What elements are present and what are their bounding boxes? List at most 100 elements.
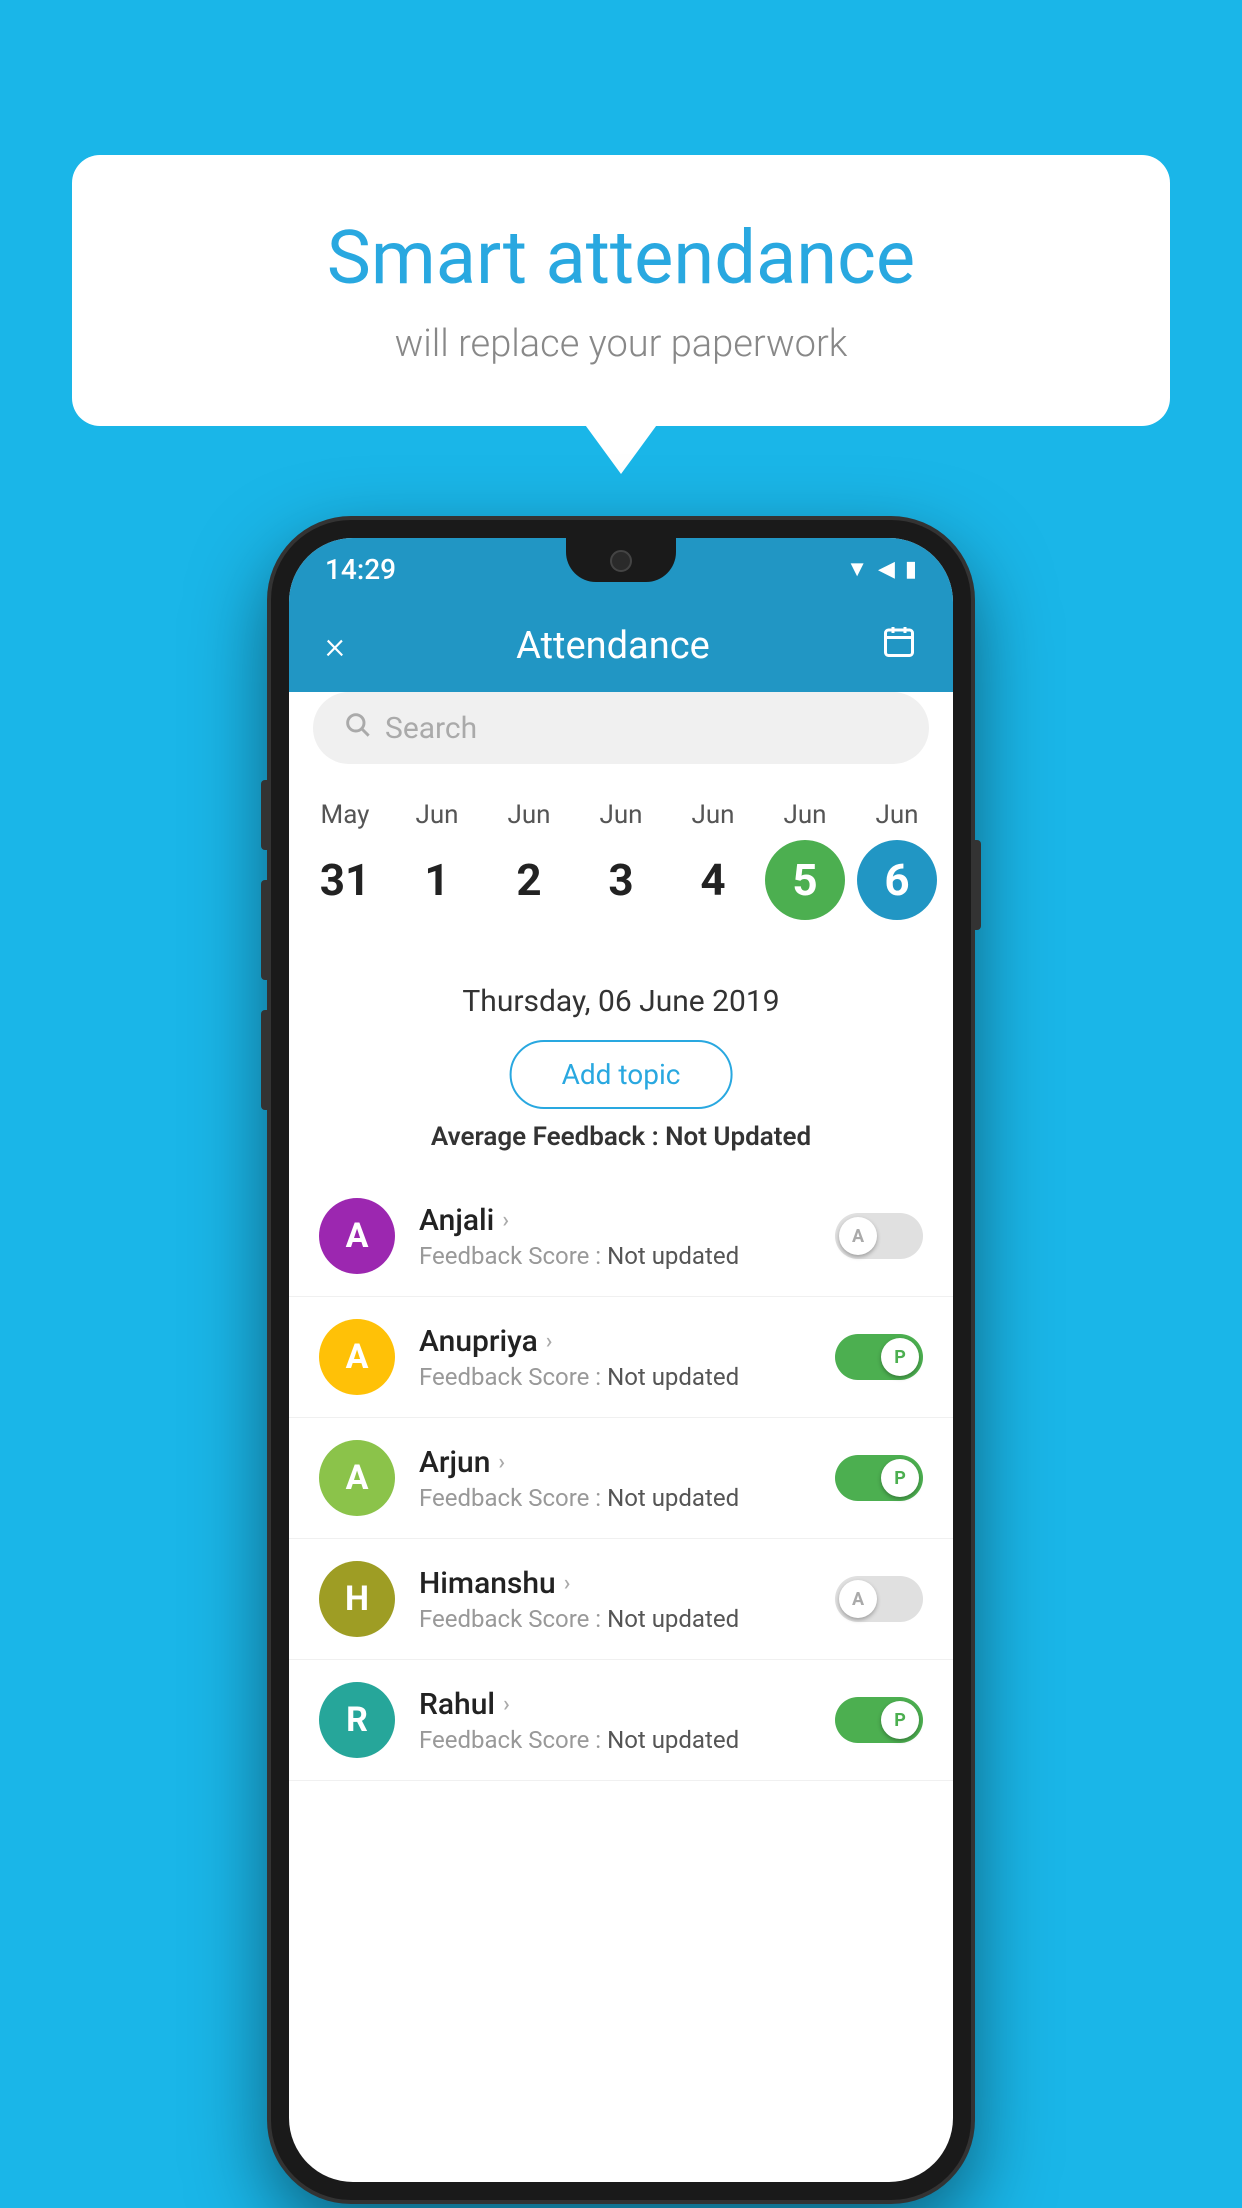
student-info: Anjali › Feedback Score : Not updated: [419, 1203, 811, 1270]
battery-icon: ▮: [905, 557, 917, 582]
cal-month-label: Jun: [691, 800, 734, 830]
toggle-knob: P: [881, 1338, 919, 1376]
phone-container: 14:29 ▼ ◀ ▮ × Attendance: [271, 520, 971, 2200]
attendance-toggle[interactable]: P: [835, 1334, 923, 1380]
feedback-score: Feedback Score : Not updated: [419, 1363, 811, 1391]
phone-body: 14:29 ▼ ◀ ▮ × Attendance: [271, 520, 971, 2200]
toggle-switch[interactable]: A: [835, 1213, 923, 1259]
search-bar[interactable]: Search: [313, 692, 929, 764]
avatar: R: [319, 1682, 395, 1758]
cal-day-num: 1: [397, 840, 477, 920]
calendar-day[interactable]: Jun 5: [762, 800, 848, 920]
calendar-day[interactable]: Jun 2: [486, 800, 572, 920]
chevron-right-icon: ›: [546, 1329, 553, 1354]
chevron-right-icon: ›: [498, 1450, 505, 1475]
cal-day-num: 2: [489, 840, 569, 920]
cal-month-label: Jun: [415, 800, 458, 830]
student-info: Arjun › Feedback Score : Not updated: [419, 1445, 811, 1512]
avg-feedback: Average Feedback : Not Updated: [289, 1122, 953, 1152]
cal-day-num: 6: [857, 840, 937, 920]
avatar: A: [319, 1440, 395, 1516]
cal-month-label: Jun: [783, 800, 826, 830]
cal-month-label: May: [321, 800, 370, 830]
bubble-subtitle: will replace your paperwork: [152, 322, 1090, 366]
feedback-score-value: Not updated: [607, 1726, 739, 1754]
attendance-toggle[interactable]: A: [835, 1213, 923, 1259]
feedback-score-value: Not updated: [607, 1605, 739, 1633]
chevron-right-icon: ›: [564, 1571, 571, 1596]
chevron-right-icon: ›: [503, 1692, 510, 1717]
student-name[interactable]: Anjali ›: [419, 1203, 811, 1238]
student-name[interactable]: Anupriya ›: [419, 1324, 811, 1359]
calendar-icon[interactable]: [881, 624, 917, 668]
cal-day-num: 31: [305, 840, 385, 920]
wifi-icon: ▼: [846, 556, 868, 582]
add-topic-button[interactable]: Add topic: [510, 1040, 733, 1109]
feedback-score: Feedback Score : Not updated: [419, 1726, 811, 1754]
speech-bubble-container: Smart attendance will replace your paper…: [72, 155, 1170, 426]
bubble-title: Smart attendance: [152, 215, 1090, 302]
chevron-right-icon: ›: [502, 1208, 509, 1233]
student-list: A Anjali › Feedback Score : Not updated …: [289, 1176, 953, 2182]
cal-day-num: 5: [765, 840, 845, 920]
student-info: Rahul › Feedback Score : Not updated: [419, 1687, 811, 1754]
student-item: A Anupriya › Feedback Score : Not update…: [289, 1297, 953, 1418]
attendance-toggle[interactable]: P: [835, 1455, 923, 1501]
phone-screen: 14:29 ▼ ◀ ▮ × Attendance: [289, 538, 953, 2182]
status-icons: ▼ ◀ ▮: [846, 556, 917, 582]
front-camera: [610, 550, 632, 572]
app-header: × Attendance: [289, 600, 953, 692]
cal-day-num: 4: [673, 840, 753, 920]
calendar-day[interactable]: Jun 6: [854, 800, 940, 920]
signal-icon: ◀: [878, 557, 895, 582]
avatar: A: [319, 1319, 395, 1395]
speech-bubble: Smart attendance will replace your paper…: [72, 155, 1170, 426]
toggle-switch[interactable]: A: [835, 1576, 923, 1622]
avatar: A: [319, 1198, 395, 1274]
attendance-toggle[interactable]: A: [835, 1576, 923, 1622]
avatar: H: [319, 1561, 395, 1637]
notch: [566, 538, 676, 582]
calendar-day[interactable]: Jun 3: [578, 800, 664, 920]
calendar-day[interactable]: Jun 1: [394, 800, 480, 920]
feedback-score-value: Not updated: [607, 1363, 739, 1391]
feedback-score: Feedback Score : Not updated: [419, 1484, 811, 1512]
volume-down-button: [261, 1010, 271, 1110]
calendar-strip: May 31 Jun 1 Jun 2 Jun 3 Jun 4 Jun 5 Jun…: [289, 780, 953, 930]
feedback-score: Feedback Score : Not updated: [419, 1242, 811, 1270]
student-info: Anupriya › Feedback Score : Not updated: [419, 1324, 811, 1391]
toggle-switch[interactable]: P: [835, 1334, 923, 1380]
avg-feedback-value: Not Updated: [665, 1122, 811, 1152]
volume-mute-button: [261, 780, 271, 850]
toggle-switch[interactable]: P: [835, 1697, 923, 1743]
student-name[interactable]: Himanshu ›: [419, 1566, 811, 1601]
cal-month-label: Jun: [875, 800, 918, 830]
cal-day-num: 3: [581, 840, 661, 920]
attendance-toggle[interactable]: P: [835, 1697, 923, 1743]
student-name[interactable]: Rahul ›: [419, 1687, 811, 1722]
toggle-knob: P: [881, 1701, 919, 1739]
toggle-switch[interactable]: P: [835, 1455, 923, 1501]
volume-up-button: [261, 880, 271, 980]
selected-date: Thursday, 06 June 2019: [289, 984, 953, 1019]
toggle-knob: A: [839, 1217, 877, 1255]
toggle-knob: P: [881, 1459, 919, 1497]
header-title: Attendance: [516, 624, 710, 668]
power-button: [971, 840, 981, 930]
feedback-score-value: Not updated: [607, 1484, 739, 1512]
calendar-day[interactable]: Jun 4: [670, 800, 756, 920]
feedback-score-value: Not updated: [607, 1242, 739, 1270]
cal-month-label: Jun: [599, 800, 642, 830]
cal-month-label: Jun: [507, 800, 550, 830]
student-info: Himanshu › Feedback Score : Not updated: [419, 1566, 811, 1633]
status-time: 14:29: [325, 553, 396, 586]
student-item: A Anjali › Feedback Score : Not updated …: [289, 1176, 953, 1297]
student-item: R Rahul › Feedback Score : Not updated P: [289, 1660, 953, 1781]
student-item: H Himanshu › Feedback Score : Not update…: [289, 1539, 953, 1660]
search-input-placeholder: Search: [385, 711, 477, 746]
close-button[interactable]: ×: [325, 624, 345, 668]
toggle-knob: A: [839, 1580, 877, 1618]
student-item: A Arjun › Feedback Score : Not updated P: [289, 1418, 953, 1539]
student-name[interactable]: Arjun ›: [419, 1445, 811, 1480]
calendar-day[interactable]: May 31: [302, 800, 388, 920]
